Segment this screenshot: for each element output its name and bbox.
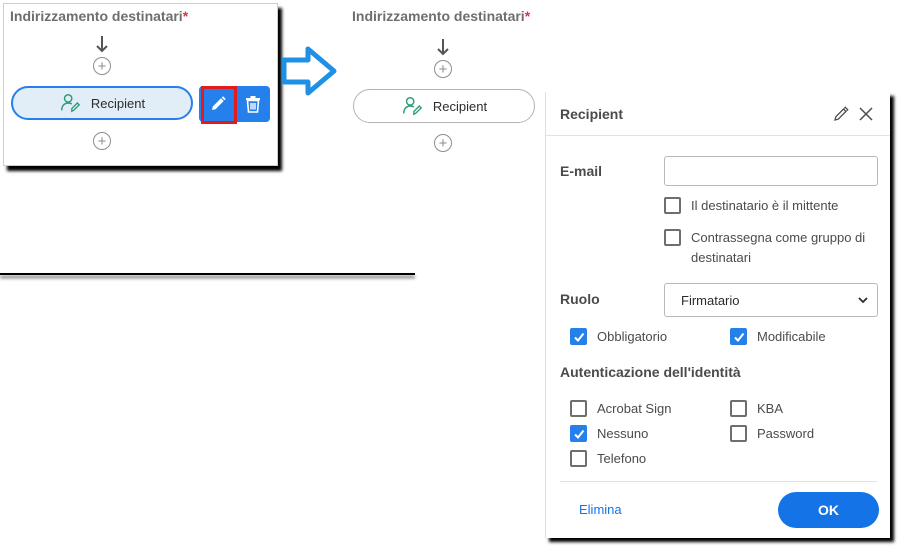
add-step-icon[interactable]: + <box>93 132 111 150</box>
recipient-label: Recipient <box>432 98 488 114</box>
auth-phone-label: Telefono <box>597 451 647 466</box>
group-checkbox-label: Contrassegna come gruppo di destinatari <box>691 230 866 265</box>
transition-arrow-icon <box>281 46 337 96</box>
required-mark: * <box>524 8 531 24</box>
down-arrow-icon <box>437 39 449 56</box>
auth-phone-row[interactable]: Telefono <box>570 449 646 469</box>
add-step-icon[interactable]: + <box>434 60 452 78</box>
left-card-before: Indirizzamento destinatari* + Recipient … <box>3 3 278 166</box>
auth-kba-checkbox[interactable] <box>730 400 747 417</box>
auth-section-title: Autenticazione dell'identità <box>560 364 741 380</box>
role-select[interactable]: Firmatario <box>664 283 878 317</box>
panel-header: Recipient <box>546 92 890 136</box>
divider <box>0 273 415 275</box>
delete-recipient-button[interactable]: Elimina <box>579 502 622 517</box>
sender-checkbox[interactable] <box>664 197 681 214</box>
auth-kba-label: KBA <box>757 401 784 416</box>
editable-checkbox-row[interactable]: Modificabile <box>730 327 826 347</box>
edit-title-button[interactable] <box>831 104 851 124</box>
checkmark-icon <box>733 332 744 342</box>
add-step-icon[interactable]: + <box>434 134 452 152</box>
sender-checkbox-label: Il destinatario è il mittente <box>691 198 839 213</box>
checkmark-icon <box>573 332 584 342</box>
sender-checkbox-row[interactable]: Il destinatario è il mittente <box>664 196 838 216</box>
auth-password-row[interactable]: Password <box>730 424 814 444</box>
section-title: Indirizzamento destinatari* <box>352 8 531 24</box>
right-flow-after: Indirizzamento destinatari* + Recipient … <box>345 0 545 160</box>
recipient-label: Recipient <box>90 95 146 111</box>
editable-label: Modificabile <box>757 329 826 344</box>
add-step-icon[interactable]: + <box>93 57 111 75</box>
auth-none-checkbox[interactable] <box>570 425 587 442</box>
auth-acrobat-sign-row[interactable]: Acrobat Sign <box>570 399 671 419</box>
recipient-properties-panel: Recipient E-mail Il destinatario è il mi… <box>545 92 890 538</box>
auth-password-label: Password <box>757 426 815 441</box>
group-checkbox[interactable] <box>664 229 681 246</box>
auth-none-row[interactable]: Nessuno <box>570 424 648 444</box>
section-title: Indirizzamento destinatari* <box>10 8 189 24</box>
email-label: E-mail <box>560 163 603 179</box>
auth-password-checkbox[interactable] <box>730 425 747 442</box>
recipient-signer-icon <box>60 94 81 113</box>
down-arrow-icon <box>96 36 108 53</box>
chevron-down-icon <box>858 297 868 304</box>
footer-divider <box>560 481 877 482</box>
recipient-signer-icon <box>402 97 423 116</box>
ok-button[interactable]: OK <box>778 492 879 528</box>
close-icon <box>859 107 873 121</box>
close-button[interactable] <box>856 104 876 124</box>
auth-acrobat-sign-checkbox[interactable] <box>570 400 587 417</box>
role-label: Ruolo <box>560 291 600 307</box>
mandatory-checkbox[interactable] <box>570 328 587 345</box>
mandatory-checkbox-row[interactable]: Obbligatorio <box>570 327 667 347</box>
auth-none-label: Nessuno <box>597 426 649 441</box>
auth-acrobat-sign-label: Acrobat Sign <box>597 401 672 416</box>
mandatory-label: Obbligatorio <box>597 329 668 344</box>
required-mark: * <box>182 8 189 24</box>
editable-checkbox[interactable] <box>730 328 747 345</box>
pencil-icon <box>834 106 849 121</box>
auth-phone-checkbox[interactable] <box>570 450 587 467</box>
group-checkbox-row[interactable]: Contrassegna come gruppo di destinatari <box>664 228 865 268</box>
panel-title: Recipient <box>560 106 624 122</box>
recipient-node-selected[interactable]: Recipient <box>11 86 193 120</box>
trash-icon <box>246 96 260 113</box>
role-select-value: Firmatario <box>681 292 740 308</box>
email-field[interactable] <box>664 156 878 186</box>
edit-highlight-box <box>201 86 237 124</box>
checkmark-icon <box>573 429 584 439</box>
auth-kba-row[interactable]: KBA <box>730 399 783 419</box>
recipient-node[interactable]: Recipient <box>353 89 535 123</box>
delete-button[interactable] <box>235 86 271 122</box>
